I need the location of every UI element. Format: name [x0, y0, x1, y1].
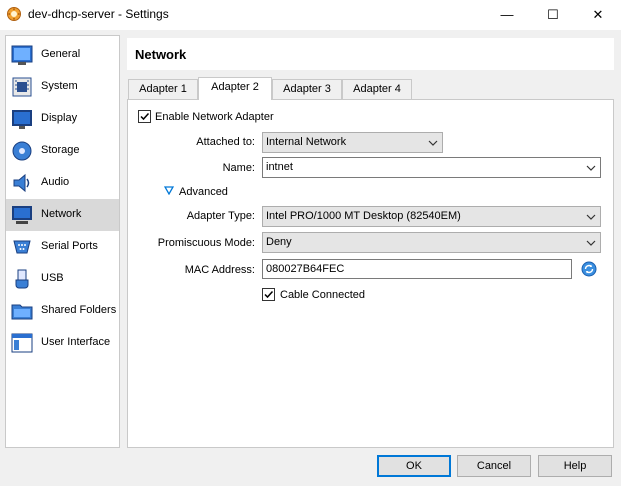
sidebar-item-label: Storage: [41, 144, 80, 156]
network-icon: [12, 206, 32, 224]
adapter-type-select[interactable]: Intel PRO/1000 MT Desktop (82540EM): [262, 206, 601, 227]
expand-triangle-icon[interactable]: [164, 186, 174, 195]
cable-connected-checkbox[interactable]: [262, 288, 275, 301]
refresh-mac-icon[interactable]: [581, 261, 597, 277]
promiscuous-mode-select[interactable]: Deny: [262, 232, 601, 253]
attached-to-value: Internal Network: [266, 136, 347, 148]
sidebar-item-label: Audio: [41, 176, 70, 188]
checkmark-icon: [264, 290, 274, 299]
promiscuous-mode-value: Deny: [266, 236, 292, 248]
chevron-down-icon: [586, 165, 596, 171]
usb-icon: [15, 269, 29, 289]
title-bar: dev-dhcp-server - Settings — ☐ ✕: [0, 0, 621, 30]
sidebar-item-audio[interactable]: Audio: [6, 167, 119, 199]
enable-adapter-label: Enable Network Adapter: [155, 111, 274, 123]
serial-ports-icon: [13, 240, 31, 254]
audio-icon: [13, 173, 30, 193]
maximize-button[interactable]: ☐: [530, 0, 576, 30]
display-icon: [12, 110, 32, 129]
name-label: Name:: [222, 162, 255, 174]
mac-address-value: 080027B64FEC: [266, 263, 345, 275]
attached-to-select[interactable]: Internal Network: [262, 132, 443, 153]
sidebar-item-label: System: [41, 80, 78, 92]
general-icon: [11, 45, 33, 65]
sidebar-item-storage[interactable]: Storage: [6, 135, 119, 167]
tab-adapter-2[interactable]: Adapter 2: [198, 77, 272, 100]
sidebar-item-label: Shared Folders: [41, 304, 117, 316]
virtualbox-app-icon: [7, 7, 21, 21]
chevron-down-icon: [428, 140, 438, 146]
sidebar-item-label: USB: [41, 272, 64, 284]
sidebar-item-shared-folders[interactable]: Shared Folders: [6, 295, 119, 327]
minimize-button[interactable]: —: [484, 0, 530, 30]
sidebar-item-user-interface[interactable]: User Interface: [6, 327, 119, 359]
checkmark-icon: [140, 112, 150, 121]
user-interface-icon: [11, 333, 33, 353]
system-icon: [12, 77, 32, 97]
sidebar-item-serial-ports[interactable]: Serial Ports: [6, 231, 119, 263]
chevron-down-icon: [586, 214, 596, 220]
sidebar-item-general[interactable]: General: [6, 39, 119, 71]
shared-folders-icon: [11, 304, 33, 320]
enable-adapter-checkbox[interactable]: [138, 110, 151, 123]
adapter-type-label: Adapter Type:: [186, 210, 255, 222]
settings-sidebar: General System Display Storage Audio Net…: [5, 35, 120, 448]
promiscuous-mode-label: Promiscuous Mode:: [157, 237, 255, 249]
adapter-type-value: Intel PRO/1000 MT Desktop (82540EM): [266, 210, 461, 222]
ok-button[interactable]: OK: [377, 455, 451, 477]
help-button[interactable]: Help: [538, 455, 612, 477]
storage-icon: [12, 141, 32, 161]
page-title: Network: [135, 47, 187, 62]
tab-adapter-1[interactable]: Adapter 1: [128, 79, 198, 99]
close-button[interactable]: ✕: [575, 0, 621, 30]
sidebar-item-display[interactable]: Display: [6, 103, 119, 135]
name-combobox[interactable]: intnet: [262, 157, 601, 178]
mac-address-label: MAC Address:: [184, 264, 255, 276]
advanced-toggle-label[interactable]: Advanced: [179, 186, 228, 198]
name-value: intnet: [266, 161, 293, 173]
sidebar-item-label: Display: [41, 112, 78, 124]
sidebar-item-system[interactable]: System: [6, 71, 119, 103]
sidebar-item-network[interactable]: Network: [6, 199, 119, 231]
window-title: dev-dhcp-server - Settings: [28, 7, 169, 21]
tab-adapter-3[interactable]: Adapter 3: [272, 79, 342, 99]
sidebar-item-usb[interactable]: USB: [6, 263, 119, 295]
mac-address-input[interactable]: 080027B64FEC: [262, 259, 572, 279]
tab-adapter-4[interactable]: Adapter 4: [342, 79, 412, 99]
attached-to-label: Attached to:: [196, 136, 255, 148]
cable-connected-label: Cable Connected: [280, 289, 366, 301]
sidebar-item-label: Serial Ports: [41, 240, 98, 252]
sidebar-item-label: General: [41, 48, 81, 60]
sidebar-item-label: Network: [41, 208, 82, 220]
cancel-button[interactable]: Cancel: [457, 455, 531, 477]
page-header: Network: [127, 38, 614, 70]
sidebar-item-label: User Interface: [41, 336, 111, 348]
chevron-down-icon: [586, 240, 596, 246]
